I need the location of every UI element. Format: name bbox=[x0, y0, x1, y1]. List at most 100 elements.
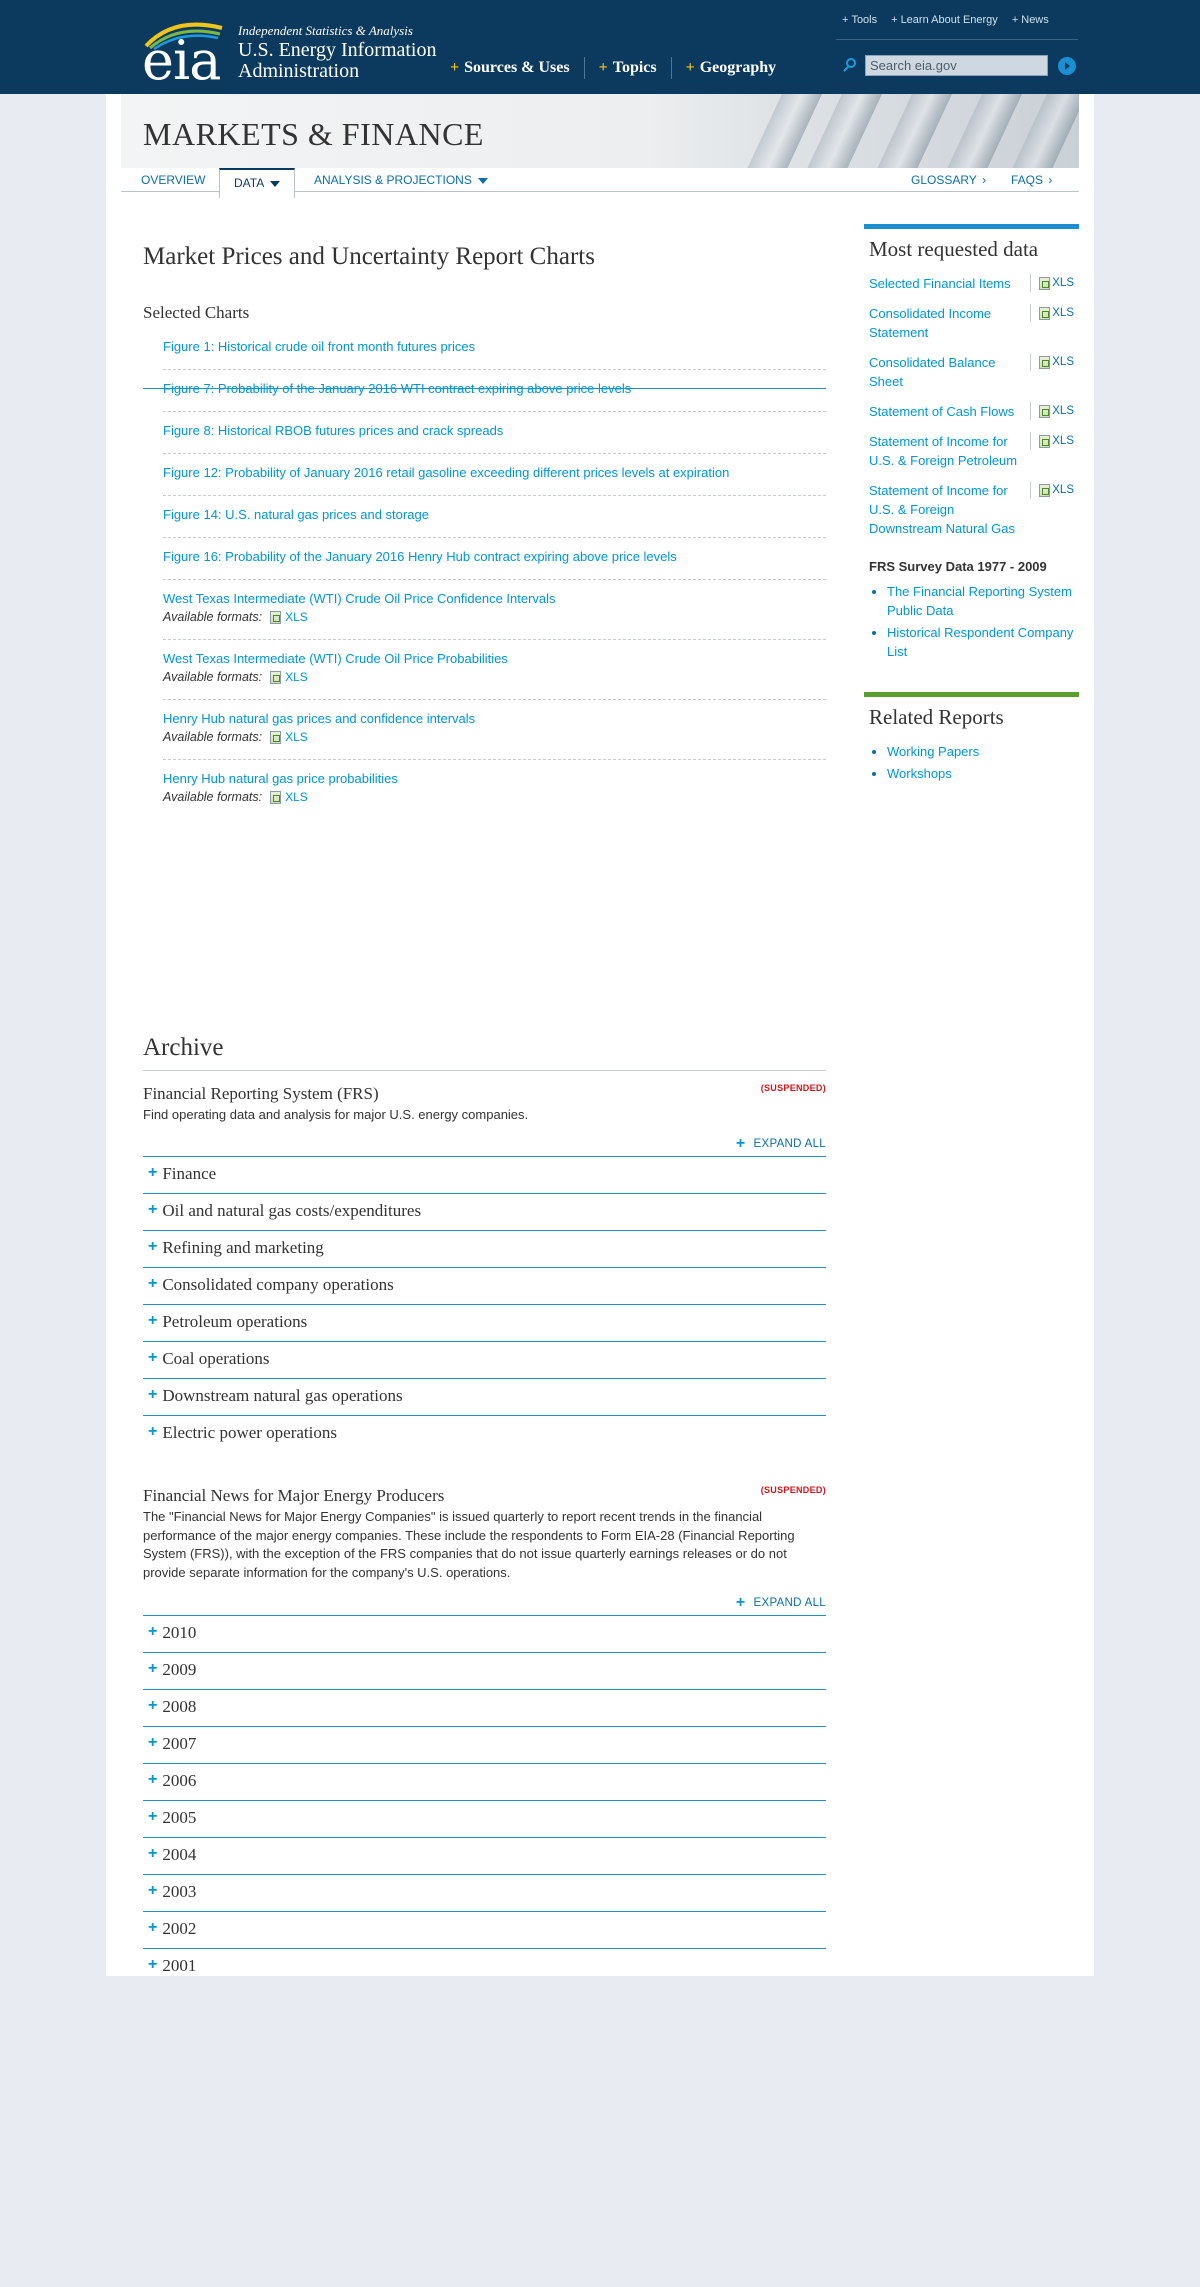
year-accordion-item[interactable]: +2007 bbox=[143, 1726, 826, 1763]
data-chart-link[interactable]: Henry Hub natural gas price probabilitie… bbox=[163, 770, 398, 788]
most-requested-link[interactable]: Statement of Income for U.S. & Foreign P… bbox=[869, 432, 1019, 470]
chart-link[interactable]: Figure 7: Probability of the January 201… bbox=[163, 380, 631, 398]
expand-all-label: EXPAND ALL bbox=[753, 1597, 826, 1609]
tab-data[interactable]: DATA bbox=[219, 168, 296, 198]
xls-link[interactable]: XLS bbox=[285, 728, 308, 746]
most-requested-link[interactable]: Consolidated Balance Sheet bbox=[869, 353, 1019, 391]
plus-icon: + bbox=[148, 1882, 158, 1899]
accordion-item[interactable]: + Downstream natural gas operations bbox=[143, 1378, 826, 1415]
data-chart-link[interactable]: West Texas Intermediate (WTI) Crude Oil … bbox=[163, 650, 508, 668]
year-accordion-item[interactable]: +2008 bbox=[143, 1689, 826, 1726]
glossary-label: GLOSSARY bbox=[911, 173, 977, 187]
chart-link[interactable]: Figure 14: U.S. natural gas prices and s… bbox=[163, 506, 429, 524]
plus-icon: + bbox=[148, 1956, 158, 1973]
most-requested-link[interactable]: Consolidated Income Statement bbox=[869, 304, 1019, 342]
workshops-link[interactable]: Workshops bbox=[887, 766, 952, 781]
accordion-label: Consolidated company operations bbox=[162, 1275, 394, 1294]
plus-icon: + bbox=[891, 14, 898, 26]
frs-public-data-link[interactable]: The Financial Reporting System Public Da… bbox=[887, 584, 1072, 618]
xls-download-link[interactable]: XLS bbox=[1030, 402, 1074, 420]
chart-link[interactable]: Figure 8: Historical RBOB futures prices… bbox=[163, 422, 503, 440]
spreadsheet-icon bbox=[1039, 355, 1051, 369]
link-glossary[interactable]: GLOSSARY › bbox=[911, 168, 986, 192]
xls-link[interactable]: XLS bbox=[285, 788, 308, 806]
archive-heading: Archive bbox=[143, 1034, 224, 1061]
frs-accordion: + Finance + Oil and natural gas costs/expe… bbox=[143, 1156, 826, 1452]
data-chart-link[interactable]: Henry Hub natural gas prices and confide… bbox=[163, 710, 475, 728]
data-chart-link[interactable]: West Texas Intermediate (WTI) Crude Oil … bbox=[163, 590, 556, 608]
list-item: The Financial Reporting System Public Da… bbox=[887, 582, 1079, 620]
accordion-item[interactable]: + Petroleum operations bbox=[143, 1304, 826, 1341]
year-label: 2002 bbox=[162, 1919, 197, 1938]
xls-label: XLS bbox=[1052, 484, 1074, 496]
available-formats-label: Available formats: bbox=[163, 790, 263, 804]
xls-link[interactable]: XLS bbox=[285, 668, 308, 686]
year-accordion-item[interactable]: +2003 bbox=[143, 1874, 826, 1911]
year-accordion-item[interactable]: +2009 bbox=[143, 1652, 826, 1689]
eia-logo[interactable]: eia Independent Statistics & Analysis U.… bbox=[142, 18, 437, 88]
spreadsheet-icon bbox=[1039, 483, 1051, 497]
list-item: Figure 7: Probability of the January 201… bbox=[163, 370, 826, 412]
plus-icon: + bbox=[148, 1164, 158, 1181]
respondent-list-link[interactable]: Historical Respondent Company List bbox=[887, 625, 1073, 659]
accordion-item[interactable]: + Consolidated company operations bbox=[143, 1267, 826, 1304]
banner-decoration bbox=[865, 94, 957, 168]
nav-sources-uses[interactable]: + Sources & Uses bbox=[450, 57, 585, 79]
nav-topics[interactable]: + Topics bbox=[599, 57, 672, 79]
accordion-item[interactable]: + Coal operations bbox=[143, 1341, 826, 1378]
xls-download-link[interactable]: XLS bbox=[1030, 432, 1074, 450]
sidebar: Most requested data Selected Financial I… bbox=[864, 224, 1079, 786]
year-accordion-item[interactable]: +2001 bbox=[143, 1948, 826, 1985]
tab-overview[interactable]: OVERVIEW bbox=[141, 168, 205, 192]
year-accordion-item[interactable]: +2005 bbox=[143, 1800, 826, 1837]
chevron-right-icon: › bbox=[978, 173, 987, 187]
util-link-tools[interactable]: + Tools bbox=[842, 14, 877, 39]
xls-download-link[interactable]: XLS bbox=[1030, 304, 1074, 322]
list-item: West Texas Intermediate (WTI) Crude Oil … bbox=[163, 580, 826, 640]
xls-download-link[interactable]: XLS bbox=[1030, 481, 1074, 499]
page-title: Market Prices and Uncertainty Report Cha… bbox=[143, 243, 595, 270]
frs-expand-all-button[interactable]: + EXPAND ALL bbox=[736, 1135, 826, 1153]
accordion-item[interactable]: + Electric power operations bbox=[143, 1415, 826, 1452]
status-badge: (SUSPENDED) bbox=[760, 1083, 826, 1093]
chart-link[interactable]: Figure 12: Probability of January 2016 r… bbox=[163, 464, 729, 482]
search-input[interactable] bbox=[865, 55, 1048, 76]
util-link-news[interactable]: + News bbox=[1012, 14, 1049, 39]
search-submit-button[interactable] bbox=[1058, 56, 1076, 75]
working-papers-link[interactable]: Working Papers bbox=[887, 744, 979, 759]
chart-link[interactable]: Figure 16: Probability of the January 20… bbox=[163, 548, 677, 566]
list-item: Consolidated Balance Sheet XLS bbox=[864, 353, 1079, 391]
accordion-item[interactable]: + Oil and natural gas costs/expenditures bbox=[143, 1193, 826, 1230]
xls-label: XLS bbox=[1052, 307, 1074, 319]
accordion-label: Finance bbox=[162, 1164, 217, 1183]
year-label: 2001 bbox=[162, 1956, 197, 1975]
most-requested-link[interactable]: Selected Financial Items bbox=[869, 274, 1019, 293]
list-item: Henry Hub natural gas price probabilitie… bbox=[163, 760, 826, 819]
chart-link[interactable]: Figure 1: Historical crude oil front mon… bbox=[163, 338, 475, 356]
tab-analysis-projections[interactable]: ANALYSIS & PROJECTIONS bbox=[314, 168, 488, 192]
nav-geography[interactable]: + Geography bbox=[686, 57, 791, 79]
list-item: Consolidated Income Statement XLS bbox=[864, 304, 1079, 342]
nav-sources-uses-label: Sources & Uses bbox=[464, 59, 570, 76]
xls-link[interactable]: XLS bbox=[285, 608, 308, 626]
site-header: eia Independent Statistics & Analysis U.… bbox=[0, 0, 1200, 94]
tab-analysis-label: ANALYSIS & PROJECTIONS bbox=[314, 173, 472, 187]
most-requested-link[interactable]: Statement of Cash Flows bbox=[869, 402, 1019, 421]
year-accordion-item[interactable]: +2002 bbox=[143, 1911, 826, 1948]
year-accordion-item[interactable]: +2004 bbox=[143, 1837, 826, 1874]
plus-icon: + bbox=[685, 59, 695, 76]
tab-data-label: DATA bbox=[234, 176, 265, 190]
news-expand-all-button[interactable]: + EXPAND ALL bbox=[736, 1594, 826, 1612]
util-link-learn[interactable]: + Learn About Energy bbox=[891, 14, 998, 39]
spreadsheet-icon bbox=[270, 610, 282, 624]
plus-icon: + bbox=[148, 1771, 158, 1788]
xls-download-link[interactable]: XLS bbox=[1030, 274, 1074, 292]
link-faqs[interactable]: FAQS › bbox=[1011, 168, 1052, 192]
accordion-item[interactable]: + Finance bbox=[143, 1156, 826, 1193]
accordion-item[interactable]: + Refining and marketing bbox=[143, 1230, 826, 1267]
most-requested-link[interactable]: Statement of Income for U.S. & Foreign D… bbox=[869, 481, 1019, 538]
accordion-label: Coal operations bbox=[162, 1349, 270, 1368]
xls-download-link[interactable]: XLS bbox=[1030, 353, 1074, 371]
year-accordion-item[interactable]: +2010 bbox=[143, 1615, 826, 1652]
year-accordion-item[interactable]: +2006 bbox=[143, 1763, 826, 1800]
